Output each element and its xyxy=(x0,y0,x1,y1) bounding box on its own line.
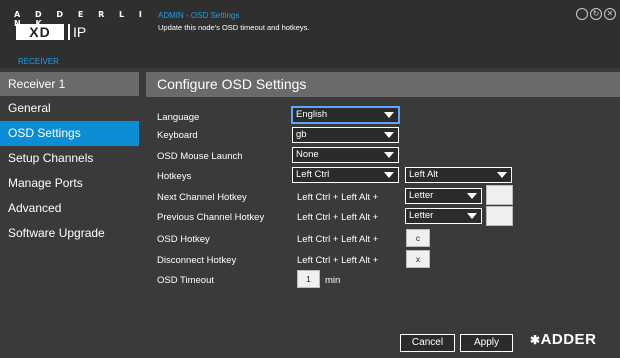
chevron-down-icon xyxy=(384,132,394,138)
logo-xd: XD xyxy=(16,24,64,40)
adderlink-logo: A D D E R L I N K XD IP RECEIVER xyxy=(8,8,148,66)
adder-logo-mark-icon: ✱ xyxy=(530,333,541,347)
prev-channel-key-type-select[interactable]: Letter xyxy=(405,208,482,224)
prev-channel-key-input[interactable] xyxy=(486,206,513,226)
cancel-button[interactable]: Cancel xyxy=(400,334,455,352)
hotkey-modifier1-select[interactable]: Left Ctrl xyxy=(292,167,399,183)
osd-hotkey-key-input[interactable]: c xyxy=(406,229,430,247)
osd-mouse-launch-label: OSD Mouse Launch xyxy=(157,151,243,162)
keyboard-select[interactable]: gb xyxy=(292,127,399,143)
chevron-down-icon xyxy=(384,172,394,178)
osd-timeout-unit: min xyxy=(325,275,341,286)
adder-logo-text: ADDER xyxy=(540,331,597,348)
next-channel-key-type-select[interactable]: Letter xyxy=(405,188,482,204)
circle-icon[interactable] xyxy=(576,8,588,20)
sidebar-header: Receiver 1 xyxy=(0,72,139,96)
next-channel-prefix: Left Ctrl + Left Alt + xyxy=(297,192,379,203)
chevron-down-icon xyxy=(384,112,394,118)
chevron-down-icon xyxy=(384,152,394,158)
osd-mouse-launch-value: None xyxy=(296,149,319,160)
page-title: ADMIN - OSD Settings xyxy=(158,11,240,20)
sidebar-item-advanced[interactable]: Advanced xyxy=(0,196,139,221)
hotkey-modifier2-select[interactable]: Left Alt xyxy=(405,167,512,183)
main-panel: Configure OSD Settings Language English … xyxy=(146,72,620,358)
next-channel-key-input[interactable] xyxy=(486,185,513,205)
next-channel-label: Next Channel Hotkey xyxy=(157,192,247,203)
sidebar-item-setup-channels[interactable]: Setup Channels xyxy=(0,146,139,171)
prev-channel-label: Previous Channel Hotkey xyxy=(157,212,265,223)
disconnect-hotkey-key-input[interactable]: x xyxy=(406,250,430,268)
osd-mouse-launch-select[interactable]: None xyxy=(292,147,399,163)
language-value: English xyxy=(296,109,328,120)
sidebar-item-osd-settings[interactable]: OSD Settings xyxy=(0,121,139,146)
hotkey-modifier2-value: Left Alt xyxy=(409,169,439,180)
chevron-down-icon xyxy=(467,213,477,219)
osd-hotkey-label: OSD Hotkey xyxy=(157,234,210,245)
osd-timeout-input[interactable]: 1 xyxy=(297,270,320,288)
close-icon[interactable]: ✕ xyxy=(604,8,616,20)
adder-logo: ✱ADDER xyxy=(530,331,596,348)
chevron-down-icon xyxy=(497,172,507,178)
device-type-label: RECEIVER xyxy=(18,57,59,66)
disconnect-hotkey-prefix: Left Ctrl + Left Alt + xyxy=(297,255,379,266)
hotkey-modifier1-value: Left Ctrl xyxy=(296,169,330,180)
sidebar-item-manage-ports[interactable]: Manage Ports xyxy=(0,171,139,196)
top-bar: A D D E R L I N K XD IP RECEIVER ADMIN -… xyxy=(0,0,620,68)
section-title: Configure OSD Settings xyxy=(146,72,620,97)
sidebar-item-general[interactable]: General xyxy=(0,96,139,121)
language-select[interactable]: English xyxy=(292,107,399,123)
next-channel-key-type-value: Letter xyxy=(409,190,434,201)
sidebar: Receiver 1 General OSD Settings Setup Ch… xyxy=(0,72,139,358)
hotkeys-label: Hotkeys xyxy=(157,171,192,182)
osd-hotkey-prefix: Left Ctrl + Left Alt + xyxy=(297,234,379,245)
osd-timeout-label: OSD Timeout xyxy=(157,275,215,286)
logo-ip: IP xyxy=(68,24,86,40)
sidebar-item-software-upgrade[interactable]: Software Upgrade xyxy=(0,221,139,246)
apply-button[interactable]: Apply xyxy=(460,334,513,352)
keyboard-label: Keyboard xyxy=(157,130,198,141)
page-description: Update this node's OSD timeout and hotke… xyxy=(158,23,310,32)
language-label: Language xyxy=(157,112,200,123)
keyboard-value: gb xyxy=(296,129,307,140)
chevron-down-icon xyxy=(467,193,477,199)
window-controls: ↻ ✕ xyxy=(576,8,616,20)
disconnect-hotkey-label: Disconnect Hotkey xyxy=(157,255,237,266)
prev-channel-key-type-value: Letter xyxy=(409,210,434,221)
refresh-icon[interactable]: ↻ xyxy=(590,8,602,20)
prev-channel-prefix: Left Ctrl + Left Alt + xyxy=(297,212,379,223)
